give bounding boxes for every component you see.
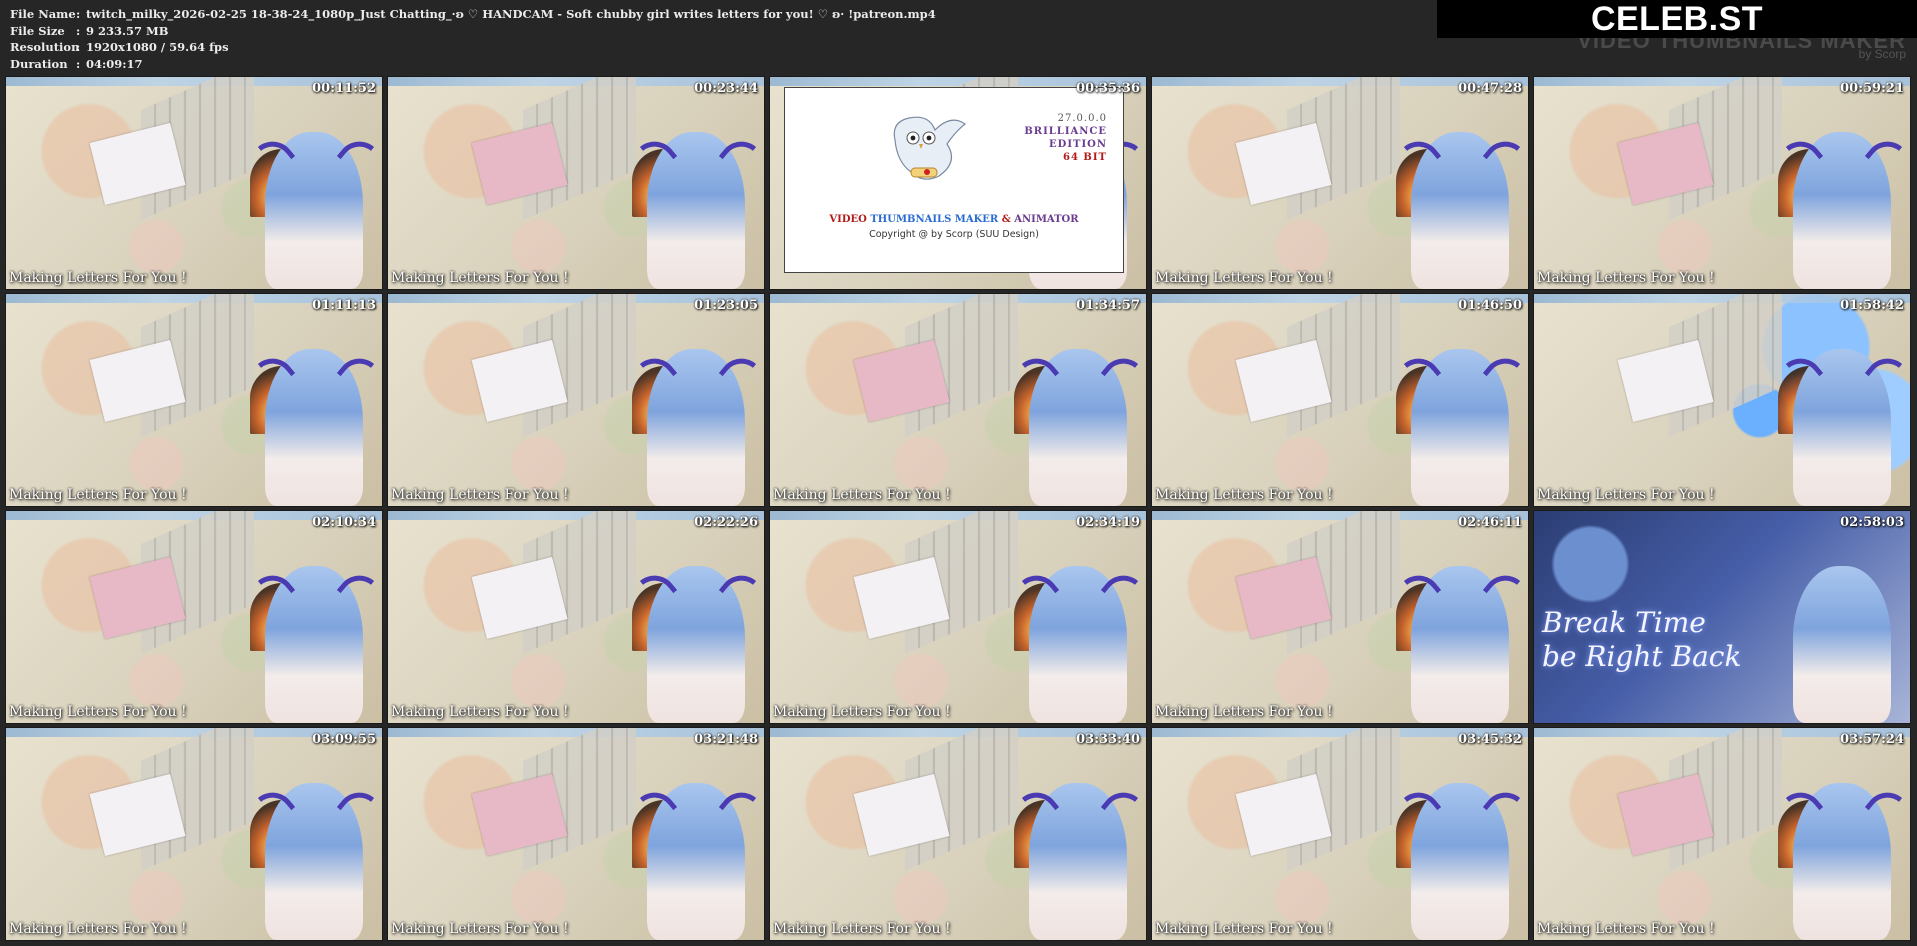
separator: : (76, 7, 81, 21)
thumbnail-tile[interactable]: 01:46:50 Making Letters For You ! (1151, 293, 1529, 507)
thumbnail-tile[interactable]: 02:22:26 Making Letters For You ! (387, 510, 765, 724)
thumbnail-tile[interactable]: 03:09:55 Making Letters For You ! (5, 727, 383, 941)
resolution-value: 1920x1080 / 59.64 fps (86, 40, 229, 54)
thumbnail-tile[interactable]: 01:58:42 Making Letters For You ! (1533, 293, 1911, 507)
product-name-amp: & (1001, 214, 1011, 225)
thumbnail-timestamp: 00:47:28 (1458, 81, 1522, 96)
bits-label: 64 BIT (1063, 152, 1107, 163)
thumbnail-caption: Making Letters For You ! (9, 921, 187, 937)
thumbnail-tile[interactable]: 03:45:32 Making Letters For You ! (1151, 727, 1529, 941)
file-name-row: File Name : twitch_milky_2026-02-25 18-3… (10, 6, 936, 23)
thumbnail-timestamp: 00:59:21 (1840, 81, 1904, 96)
file-size-label: File Size (10, 23, 65, 38)
thumbnail-tile[interactable]: 01:34:57 Making Letters For You ! (769, 293, 1147, 507)
thumbnail-tile[interactable]: 03:33:40 Making Letters For You ! (769, 727, 1147, 941)
thumbnail-caption: Making Letters For You ! (1537, 487, 1715, 503)
streamer-avatar (1793, 566, 1892, 723)
vtm-logo-card: 27.0.0.0 BRILLIANCE EDITION 64 BIT VIDEO THU… (784, 87, 1124, 273)
thumbnail-timestamp: 01:58:42 (1840, 298, 1904, 313)
product-name: VIDEO THUMBNAILS MAKER & ANIMATOR (785, 214, 1123, 225)
thumbnail-tile[interactable]: 00:23:44 Making Letters For You ! (387, 76, 765, 290)
resolution-label: Resolution (10, 40, 80, 54)
separator: : (76, 56, 81, 71)
thumbnail-timestamp: 01:34:57 (1076, 298, 1140, 313)
thumbnail-caption: Making Letters For You ! (1537, 921, 1715, 937)
duration-value: 04:09:17 (86, 56, 143, 71)
duration-row: Duration : 04:09:17 (10, 56, 936, 73)
thumbnail-timestamp: 00:35:36 (1076, 81, 1140, 96)
thumbnail-tile[interactable]: 03:21:48 Making Letters For You ! (387, 727, 765, 941)
version-block: 27.0.0.0 BRILLIANCE EDITION 64 BIT (1024, 112, 1107, 164)
file-info-panel: File Name : twitch_milky_2026-02-25 18-3… (10, 6, 936, 72)
product-name-video: VIDEO (829, 214, 867, 225)
duration-label: Duration (10, 56, 68, 71)
separator: : (76, 23, 81, 38)
thumbnail-timestamp: 02:58:03 (1840, 515, 1904, 530)
copyright-text: Copyright @ by Scorp (SUU Design) (869, 229, 1039, 240)
thumbnail-caption: Making Letters For You ! (1155, 270, 1333, 286)
watermark-by: by Scorp (1858, 47, 1906, 61)
product-name-animator: ANIMATOR (1014, 214, 1079, 225)
edition-line1: BRILLIANCE (1024, 126, 1107, 137)
thumbnail-caption: Making Letters For You ! (391, 921, 569, 937)
version-number: 27.0.0.0 (1057, 113, 1107, 124)
thumbnail-timestamp: 02:46:11 (1458, 515, 1522, 530)
thumbnail-timestamp: 00:23:44 (694, 81, 758, 96)
thumbnail-caption: Making Letters For You ! (9, 487, 187, 503)
thumbnail-caption: Making Letters For You ! (1155, 487, 1333, 503)
product-name-thumbnails: THUMBNAILS MAKER (870, 214, 999, 225)
thumbnail-timestamp: 03:57:24 (1840, 732, 1904, 747)
break-time-overlay-text: Break Time be Right Back (1542, 606, 1741, 674)
thumbnail-timestamp: 03:09:55 (312, 732, 376, 747)
break-time-line: Break Time (1542, 606, 1706, 639)
thumbnail-timestamp: 03:33:40 (1076, 732, 1140, 747)
thumbnail-tile[interactable]: 01:23:05 Making Letters For You ! (387, 293, 765, 507)
thumbnail-caption: Making Letters For You ! (1155, 921, 1333, 937)
thumbnail-caption: Making Letters For You ! (773, 704, 951, 720)
file-size-value: 9 233.57 MB (86, 23, 169, 38)
thumbnail-tile[interactable]: 27.0.0.0 BRILLIANCE EDITION 64 BIT VIDEO THU… (769, 76, 1147, 290)
thumbnail-tile[interactable]: 02:46:11 Making Letters For You ! (1151, 510, 1529, 724)
thumbnail-tile[interactable]: 03:57:24 Making Letters For You ! (1533, 727, 1911, 941)
owl-icon (893, 116, 966, 180)
thumbnail-timestamp: 03:21:48 (694, 732, 758, 747)
file-name-value: twitch_milky_2026-02-25 18-38-24_1080p_J… (86, 7, 936, 21)
right-back-line: be Right Back (1542, 640, 1742, 673)
thumbnail-tile[interactable]: 01:11:13 Making Letters For You ! (5, 293, 383, 507)
thumbnail-caption: Making Letters For You ! (391, 487, 569, 503)
file-name-label: File Name (10, 7, 76, 21)
thumbnail-timestamp: 03:45:32 (1458, 732, 1522, 747)
thumbnail-timestamp: 00:11:52 (312, 81, 376, 96)
thumbnail-tile[interactable]: 00:11:52 Making Letters For You ! (5, 76, 383, 290)
thumbnail-grid: 00:11:52 Making Letters For You ! 00:23:44… (5, 76, 1911, 941)
thumbnail-caption: Making Letters For You ! (1537, 270, 1715, 286)
thumbnail-timestamp: 02:10:34 (312, 515, 376, 530)
thumbnail-caption: Making Letters For You ! (1155, 704, 1333, 720)
thumbnail-caption: Making Letters For You ! (391, 270, 569, 286)
thumbnail-caption: Making Letters For You ! (9, 704, 187, 720)
thumbnail-tile[interactable]: Break Time be Right Back 02:58:03 (1533, 510, 1911, 724)
thumbnail-tile[interactable]: 00:59:21 Making Letters For You ! (1533, 76, 1911, 290)
brand-banner: CELEB.ST (1437, 0, 1917, 38)
thumbnail-caption: Making Letters For You ! (773, 487, 951, 503)
separator: : (76, 40, 81, 54)
thumbnail-caption: Making Letters For You ! (391, 704, 569, 720)
thumbnail-caption: Making Letters For You ! (773, 921, 951, 937)
edition-line2: EDITION (1049, 139, 1107, 150)
thumbnail-tile[interactable]: 00:47:28 Making Letters For You ! (1151, 76, 1529, 290)
thumbnail-tile[interactable]: 02:34:19 Making Letters For You ! (769, 510, 1147, 724)
thumbnail-timestamp: 01:23:05 (694, 298, 758, 313)
thumbnail-timestamp: 02:22:26 (694, 515, 758, 530)
thumbnail-caption: Making Letters For You ! (9, 270, 187, 286)
thumbnail-timestamp: 02:34:19 (1076, 515, 1140, 530)
thumbnail-tile[interactable]: 02:10:34 Making Letters For You ! (5, 510, 383, 724)
thumbnail-timestamp: 01:46:50 (1458, 298, 1522, 313)
brand-logo-text: CELEB.ST (1590, 0, 1764, 38)
resolution-row: Resolution : 1920x1080 / 59.64 fps (10, 39, 936, 56)
file-size-row: File Size : 9 233.57 MB (10, 23, 936, 40)
thumbnail-timestamp: 01:11:13 (312, 298, 376, 313)
